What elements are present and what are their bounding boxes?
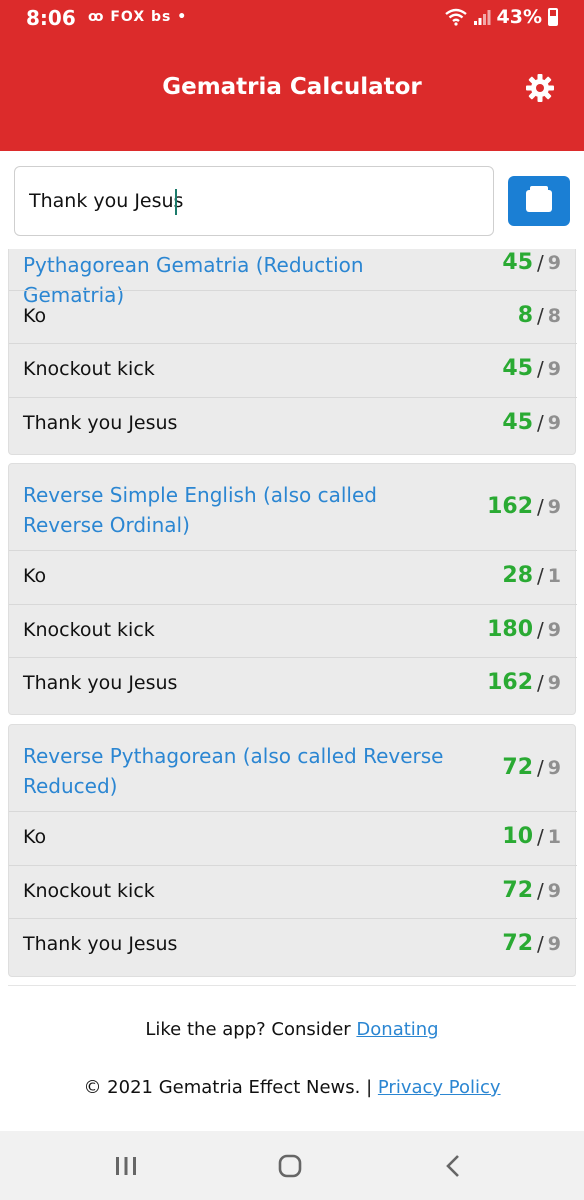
- cipher-total: 162/9: [487, 494, 561, 519]
- signal-icon: [473, 10, 491, 25]
- status-bar: 8:06 ꝏ FOX bs • 43%: [0, 0, 584, 36]
- status-notifications: ꝏ FOX bs •: [88, 9, 188, 25]
- status-right: 43%: [444, 6, 558, 28]
- search-bar: [0, 151, 584, 249]
- page-title: Gematria Calculator: [162, 74, 422, 100]
- cipher-title: Reverse Pythagorean (also called Reverse…: [23, 744, 444, 798]
- card-header: Reverse Pythagorean (also called Reverse…: [9, 725, 577, 811]
- privacy-policy-link[interactable]: Privacy Policy: [378, 1077, 501, 1098]
- donate-line: Like the app? Consider Donating: [145, 1019, 439, 1040]
- search-input[interactable]: [14, 166, 494, 236]
- battery-percent: 43%: [496, 6, 542, 28]
- app-header: 8:06 ꝏ FOX bs • 43% Gematria Calculator: [0, 0, 584, 151]
- table-row: Ko 28/1: [9, 550, 577, 604]
- copyright-line: © 2021 Gematria Effect News. | Privacy P…: [83, 1077, 501, 1098]
- wifi-icon: [444, 8, 467, 26]
- status-time: 8:06: [26, 6, 76, 30]
- table-row: Knockout kick 45/9: [9, 343, 577, 397]
- table-row: Ko 8/8: [9, 290, 577, 343]
- battery-icon: [548, 8, 558, 26]
- donate-link[interactable]: Donating: [356, 1019, 438, 1040]
- back-icon[interactable]: [434, 1151, 474, 1181]
- text-caret: [175, 189, 177, 215]
- cipher-total: 45/9: [502, 250, 561, 275]
- system-nav-bar: [0, 1131, 584, 1200]
- table-row: Thank you Jesus 72/9: [9, 918, 577, 977]
- home-icon[interactable]: [270, 1151, 310, 1181]
- gear-icon[interactable]: [524, 72, 556, 104]
- table-row: Knockout kick 72/9: [9, 865, 577, 918]
- table-row: Ko 10/1: [9, 811, 577, 865]
- cipher-total: 72/9: [502, 755, 561, 780]
- table-row: Knockout kick 180/9: [9, 604, 577, 657]
- result-card-reverse-ordinal: Reverse Simple English (also called Reve…: [8, 463, 577, 715]
- footer-divider: [8, 985, 576, 986]
- result-card-reverse-reduced: Reverse Pythagorean (also called Reverse…: [8, 724, 577, 977]
- results-list[interactable]: Pythagorean Gematria (Reduction Gematria…: [0, 249, 584, 984]
- recents-icon[interactable]: [106, 1151, 146, 1181]
- card-header: Pythagorean Gematria (Reduction Gematria…: [9, 249, 577, 307]
- calculate-button[interactable]: [508, 176, 570, 226]
- table-row: Thank you Jesus 162/9: [9, 657, 577, 715]
- result-card-pythagorean: Pythagorean Gematria (Reduction Gematria…: [8, 249, 577, 455]
- calculator-icon: [526, 186, 552, 212]
- card-header: Reverse Simple English (also called Reve…: [9, 464, 577, 550]
- cipher-title: Reverse Simple English (also called Reve…: [23, 483, 377, 537]
- table-row: Thank you Jesus 45/9: [9, 397, 577, 455]
